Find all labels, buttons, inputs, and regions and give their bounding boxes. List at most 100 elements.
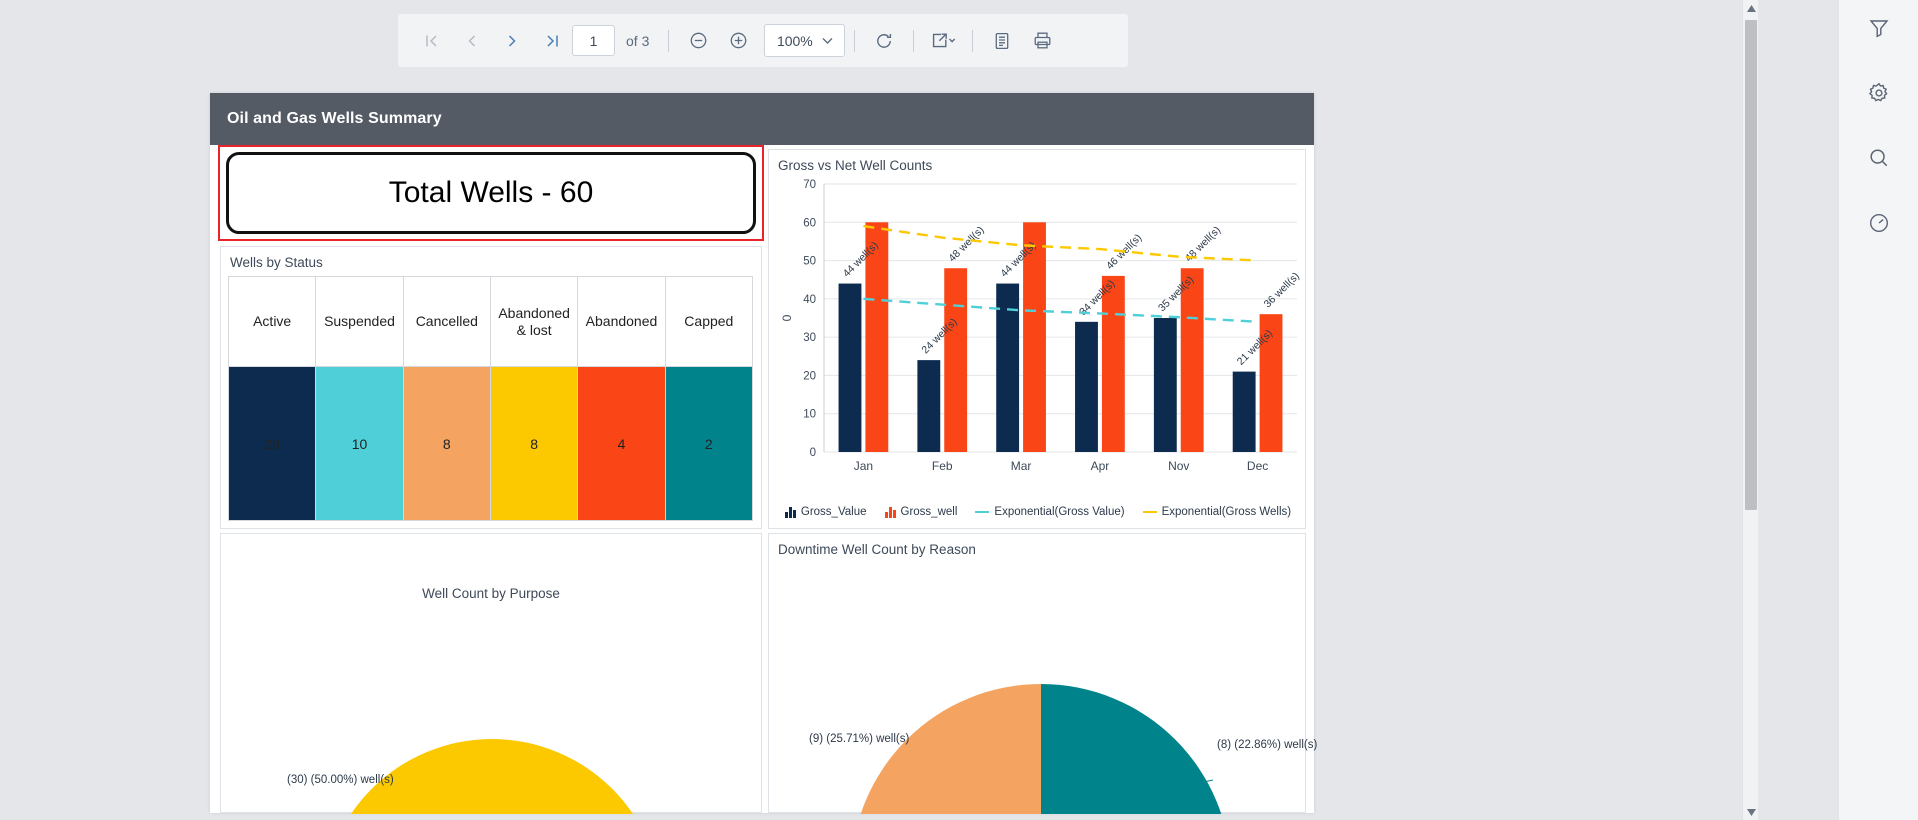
legend-label: Gross_well xyxy=(900,506,958,518)
zoom-level-value: 100% xyxy=(776,32,813,49)
page-number-input[interactable] xyxy=(572,25,615,56)
pie-slice xyxy=(1041,684,1222,814)
x-axis-tick-label: Feb xyxy=(932,459,953,473)
pie-slice-label: (30) (50.00%) well(s) xyxy=(287,774,394,786)
bar-gross-value xyxy=(917,360,941,452)
x-axis-tick-label: Nov xyxy=(1168,459,1189,473)
zoom-in-button[interactable] xyxy=(718,21,758,61)
legend-line-icon xyxy=(1142,511,1157,513)
report-title: Oil and Gas Wells Summary xyxy=(227,110,442,127)
legend-line-icon xyxy=(975,511,990,513)
wells-by-status-table: Active Suspended Cancelled Abandoned & lost… xyxy=(227,276,754,521)
x-axis-tick-label: Jan xyxy=(854,459,873,473)
bar-data-label: 36 well(s) xyxy=(1262,270,1302,310)
y-axis-tick-label: 30 xyxy=(803,332,816,344)
document-map-button[interactable] xyxy=(982,21,1022,61)
y-axis-tick-label: 40 xyxy=(803,294,816,306)
previous-page-button[interactable] xyxy=(452,21,492,61)
filter-icon xyxy=(1869,20,1889,38)
y-axis-tick-label: 10 xyxy=(803,409,816,421)
status-value-cell: 8 xyxy=(402,366,491,521)
bar-gross-value xyxy=(1153,318,1177,452)
status-header-cell: Capped xyxy=(664,276,754,367)
report-header: Oil and Gas Wells Summary xyxy=(210,93,1314,145)
legend-item[interactable]: Exponential(Gross Value) xyxy=(975,506,1125,518)
pie-slice-label: (8) (22.86%) well(s) xyxy=(1217,739,1318,751)
toolbar-divider xyxy=(854,29,856,52)
y-axis-tick-label: 50 xyxy=(803,256,816,268)
wells-by-status-card: Wells by Status Active Suspended Cancelled… xyxy=(220,246,762,529)
legend-item[interactable]: Gross_well xyxy=(884,506,958,518)
y-axis-tick-label: 60 xyxy=(803,217,816,229)
bar-gross-well xyxy=(1180,268,1204,452)
status-header-cell: Abandoned & lost xyxy=(489,276,579,367)
x-axis-tick-label: Dec xyxy=(1247,459,1268,473)
status-value-cell: 4 xyxy=(577,366,666,521)
chart-legend: Gross_Value Gross_well Exponential(Gross V… xyxy=(769,506,1307,518)
total-wells-box: Total Wells - 60 xyxy=(226,152,756,234)
pie-slice xyxy=(860,684,1041,814)
export-button[interactable] xyxy=(923,21,963,61)
legend-bar-icon xyxy=(884,506,896,518)
status-header-cell: Active xyxy=(227,276,317,367)
zoom-out-button[interactable] xyxy=(678,21,718,61)
status-value-cell: 2 xyxy=(664,366,754,521)
toolbar-divider xyxy=(972,29,974,52)
legend-item[interactable]: Gross_Value xyxy=(784,506,867,518)
wells-by-status-title: Wells by Status xyxy=(230,255,323,270)
status-header-cell: Suspended xyxy=(315,276,404,367)
well-count-by-purpose-pie xyxy=(351,739,633,814)
y-axis-tick-label: 70 xyxy=(803,179,816,191)
settings-icon-button[interactable] xyxy=(1839,71,1918,115)
pie-slice-label: (9) (25.71%) well(s) xyxy=(809,733,910,745)
toolbar-divider xyxy=(668,29,670,52)
toolbar-divider xyxy=(913,29,915,52)
gross-vs-net-chart-card: Gross vs Net Well Counts 0 10 20 30 40 50 60 70… xyxy=(768,149,1306,529)
bar-gross-value xyxy=(1075,321,1098,452)
report-page: Oil and Gas Wells Summary Total Wells - … xyxy=(210,93,1318,814)
downtime-well-count-pie xyxy=(860,684,1222,814)
table-header-row: Active Suspended Cancelled Abandoned & lost… xyxy=(227,276,754,367)
well-count-by-purpose-card: Well Count by Purpose (30) (50.00%) well… xyxy=(220,533,762,814)
zoom-level-select[interactable]: 100% xyxy=(764,24,846,57)
report-toolbar: of 3 100% xyxy=(398,14,1128,67)
vertical-scrollbar[interactable] xyxy=(1742,0,1758,820)
status-header-cell: Abandoned xyxy=(577,276,666,367)
bar-gross-well xyxy=(944,268,968,452)
app-root: of 3 100% xyxy=(0,0,1918,820)
x-axis-tick-label: Apr xyxy=(1091,459,1110,473)
report-viewer: of 3 100% xyxy=(0,0,1838,820)
legend-bar-icon xyxy=(784,506,796,518)
bar-gross-value xyxy=(1232,371,1256,452)
status-value-cell: 10 xyxy=(315,366,404,521)
filter-icon-button[interactable] xyxy=(1839,6,1918,50)
first-page-button[interactable] xyxy=(412,21,452,61)
table-row: 28 10 8 8 4 2 xyxy=(227,366,754,521)
status-value-cell: 8 xyxy=(489,366,579,521)
search-icon-button[interactable] xyxy=(1839,136,1918,180)
scroll-down-arrow[interactable] xyxy=(1743,804,1759,820)
print-button[interactable] xyxy=(1022,21,1062,61)
status-value-cell: 28 xyxy=(227,366,317,521)
gauge-icon xyxy=(1869,213,1889,233)
pie-slice xyxy=(492,739,633,814)
scrollbar-thumb[interactable] xyxy=(1745,20,1757,510)
next-page-button[interactable] xyxy=(492,21,532,61)
x-axis-tick-label: Mar xyxy=(1011,459,1032,473)
gear-icon xyxy=(1869,82,1888,102)
bar-gross-well xyxy=(1101,275,1125,452)
legend-label: Exponential(Gross Value) xyxy=(994,506,1125,518)
last-page-button[interactable] xyxy=(532,21,572,61)
status-header-cell: Cancelled xyxy=(402,276,491,367)
refresh-button[interactable] xyxy=(864,21,904,61)
performance-icon-button[interactable] xyxy=(1839,201,1918,245)
legend-label: Exponential(Gross Wells) xyxy=(1161,506,1292,518)
total-wells-text: Total Wells - 60 xyxy=(388,176,594,209)
total-wells-panel[interactable]: Total Wells - 60 xyxy=(218,145,764,241)
page-count-label: of 3 xyxy=(626,32,650,49)
bar-data-label: 48 well(s) xyxy=(946,224,986,264)
scroll-up-arrow[interactable] xyxy=(1743,0,1759,16)
legend-item[interactable]: Exponential(Gross Wells) xyxy=(1142,506,1292,518)
y-axis-tick-label: 20 xyxy=(803,370,816,382)
y-axis-title: 0 xyxy=(780,314,794,321)
